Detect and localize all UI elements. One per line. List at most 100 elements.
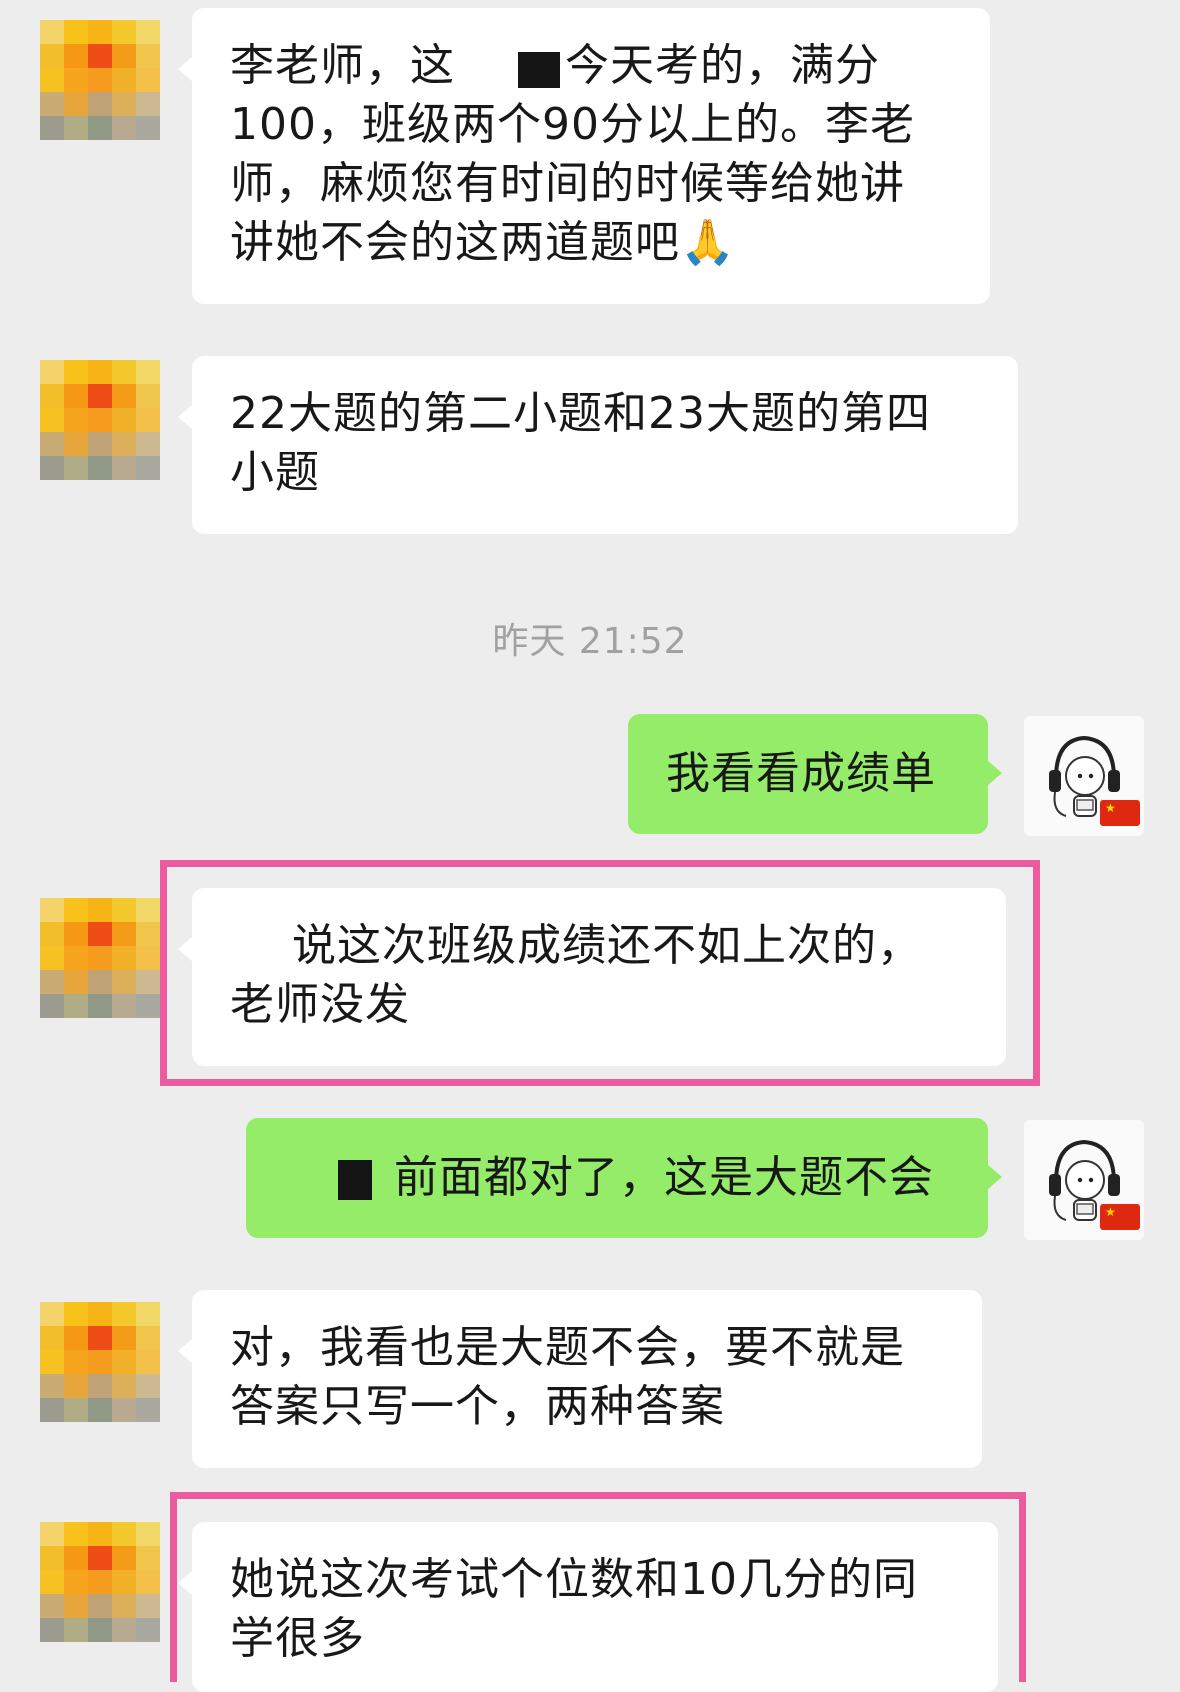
avatar-mosaic-cell	[88, 1570, 112, 1594]
avatar-mosaic-cell	[88, 898, 112, 922]
avatar-mosaic-cell	[112, 360, 136, 384]
avatar-mosaic-cell	[40, 92, 64, 116]
avatar-mosaic-cell	[40, 922, 64, 946]
avatar-mosaic-cell	[112, 456, 136, 480]
avatar-mosaic-cell	[136, 68, 160, 92]
avatar-mosaic-cell	[40, 360, 64, 384]
avatar-mosaic-cell	[64, 384, 88, 408]
avatar-mosaic-cell	[88, 68, 112, 92]
avatar-mosaic-cell	[40, 1546, 64, 1570]
bubble-tail	[178, 404, 193, 430]
avatar-mosaic-cell	[112, 432, 136, 456]
message-5-line-1: 前面都对了，这是大题不会	[394, 1152, 934, 1203]
redaction-block	[518, 52, 560, 88]
avatar-mosaic-cell	[136, 432, 160, 456]
message-4-line-2: 老师没发	[230, 979, 410, 1030]
avatar-mosaic-cell	[112, 116, 136, 140]
my-avatar[interactable]: ★	[1024, 1120, 1144, 1240]
avatar-mosaic-cell	[136, 1618, 160, 1642]
avatar-mosaic-cell	[64, 1570, 88, 1594]
avatar-mosaic-cell	[40, 898, 64, 922]
avatar-mosaic-cell	[88, 994, 112, 1018]
avatar-mosaic-cell	[64, 946, 88, 970]
avatar-mosaic-cell	[88, 432, 112, 456]
avatar-mosaic-cell	[40, 1398, 64, 1422]
avatar-mosaic-cell	[136, 922, 160, 946]
china-flag-icon: ★	[1100, 800, 1140, 826]
avatar-mosaic-cell	[112, 1570, 136, 1594]
avatar-mosaic-cell	[64, 1594, 88, 1618]
avatar-mosaic-cell	[136, 360, 160, 384]
avatar-mosaic-cell	[40, 68, 64, 92]
avatar-mosaic-cell	[64, 1374, 88, 1398]
avatar-mosaic-cell	[64, 456, 88, 480]
avatar-mosaic-cell	[112, 68, 136, 92]
avatar-mosaic-cell	[40, 1302, 64, 1326]
avatar-mosaic-cell	[40, 432, 64, 456]
avatar-mosaic-cell	[112, 1618, 136, 1642]
avatar-mosaic-cell	[136, 1570, 160, 1594]
avatar-mosaic-cell	[88, 360, 112, 384]
avatar-mosaic-cell	[136, 946, 160, 970]
avatar-mosaic-cell	[112, 1302, 136, 1326]
avatar-mosaic-cell	[88, 1302, 112, 1326]
avatar-mosaic-cell	[136, 1398, 160, 1422]
china-flag-icon: ★	[1100, 1204, 1140, 1230]
avatar-mosaic-cell	[88, 1374, 112, 1398]
my-avatar[interactable]: ★	[1024, 716, 1144, 836]
avatar-mosaic-cell	[112, 1374, 136, 1398]
avatar-mosaic-cell	[40, 116, 64, 140]
message-bubble-3[interactable]: 我看看成绩单	[628, 714, 1002, 834]
bubble-tail	[178, 56, 193, 82]
avatar-mosaic-cell	[64, 432, 88, 456]
message-4-line-1: 说这次班级成绩还不如上次的，	[292, 920, 922, 971]
contact-avatar[interactable]	[40, 360, 160, 480]
avatar-mosaic-cell	[64, 116, 88, 140]
avatar-mosaic-cell	[40, 44, 64, 68]
avatar-mosaic-cell	[88, 1594, 112, 1618]
avatar-mosaic-cell	[64, 1618, 88, 1642]
message-bubble-6[interactable]: 对，我看也是大题不会，要不就是 答案只写一个，两种答案	[178, 1290, 982, 1468]
avatar-mosaic-cell	[136, 44, 160, 68]
avatar-mosaic-cell	[40, 1594, 64, 1618]
message-1-line-2: 100，班级两个90分以上的。李老	[230, 99, 915, 150]
contact-avatar[interactable]	[40, 1302, 160, 1422]
avatar-mosaic-cell	[88, 116, 112, 140]
bubble-tail	[178, 936, 193, 962]
contact-avatar[interactable]	[40, 20, 160, 140]
contact-avatar[interactable]	[40, 1522, 160, 1642]
avatar-mosaic-cell	[136, 994, 160, 1018]
message-bubble-2[interactable]: 22大题的第二小题和23大题的第四 小题	[178, 356, 1018, 534]
message-bubble-1[interactable]: 李老师，这 今天考的，满分 100，班级两个90分以上的。李老 师，麻烦您有时间的…	[178, 8, 990, 304]
avatar-mosaic-cell	[40, 384, 64, 408]
avatar-mosaic-cell	[40, 1570, 64, 1594]
avatar-mosaic-cell	[40, 408, 64, 432]
avatar-mosaic-cell	[112, 922, 136, 946]
avatar-mosaic-cell	[112, 1350, 136, 1374]
avatar-mosaic-cell	[136, 1546, 160, 1570]
contact-avatar[interactable]	[40, 898, 160, 1018]
avatar-mosaic-cell	[40, 20, 64, 44]
avatar-mosaic-cell	[112, 44, 136, 68]
bubble-tail	[987, 1164, 1002, 1190]
avatar-mosaic-cell	[40, 1522, 64, 1546]
bubble-tail	[987, 760, 1002, 786]
avatar-mosaic-cell	[64, 970, 88, 994]
avatar-mosaic-cell	[88, 1618, 112, 1642]
avatar-mosaic-cell	[40, 1618, 64, 1642]
message-bubble-4[interactable]: 说这次班级成绩还不如上次的， 老师没发	[178, 888, 1006, 1066]
avatar-mosaic-cell	[136, 408, 160, 432]
avatar-mosaic-cell	[64, 44, 88, 68]
avatar-mosaic-cell	[64, 92, 88, 116]
avatar-mosaic-cell	[136, 1350, 160, 1374]
avatar-mosaic-cell	[112, 970, 136, 994]
message-1-line-1a: 李老师，这	[230, 40, 455, 91]
avatar-mosaic-cell	[88, 92, 112, 116]
avatar-mosaic-cell	[40, 1350, 64, 1374]
message-bubble-7[interactable]: 她说这次考试个位数和10几分的同 学很多	[178, 1522, 998, 1692]
avatar-mosaic-cell	[40, 994, 64, 1018]
avatar-mosaic-cell	[64, 20, 88, 44]
avatar-mosaic-cell	[136, 1302, 160, 1326]
avatar-mosaic-cell	[112, 1522, 136, 1546]
avatar-mosaic-cell	[88, 44, 112, 68]
